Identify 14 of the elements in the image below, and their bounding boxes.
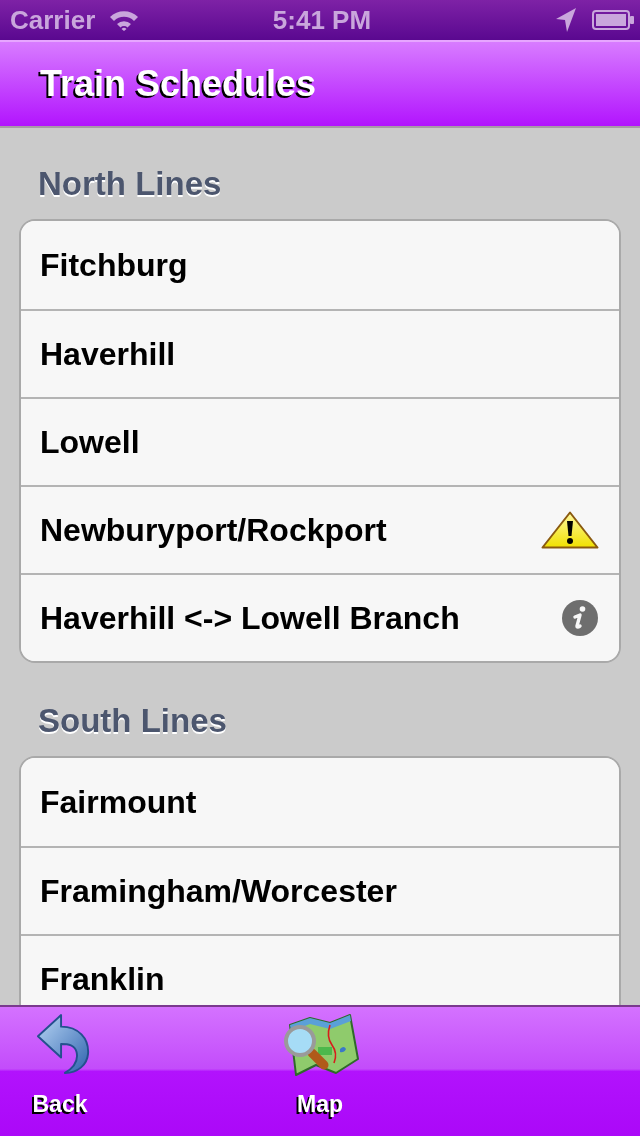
section-header: South Lines bbox=[38, 701, 227, 741]
curved-arrow-icon bbox=[36, 1013, 90, 1075]
info-icon bbox=[562, 600, 598, 636]
map-button[interactable]: Map bbox=[280, 1013, 360, 1117]
warning-icon bbox=[541, 511, 599, 549]
wifi-icon bbox=[109, 9, 140, 31]
line-row[interactable]: Haverhill <-> Lowell Branch bbox=[21, 573, 619, 661]
status-time: 5:41 PM bbox=[272, 5, 372, 35]
screen-title: Train Schedules bbox=[40, 63, 317, 105]
section-header: North Lines bbox=[38, 164, 222, 204]
location-arrow-icon bbox=[556, 8, 576, 32]
battery-icon bbox=[592, 10, 634, 30]
carrier-name: Carrier bbox=[10, 5, 96, 35]
back-button[interactable]: Back bbox=[30, 1013, 90, 1117]
